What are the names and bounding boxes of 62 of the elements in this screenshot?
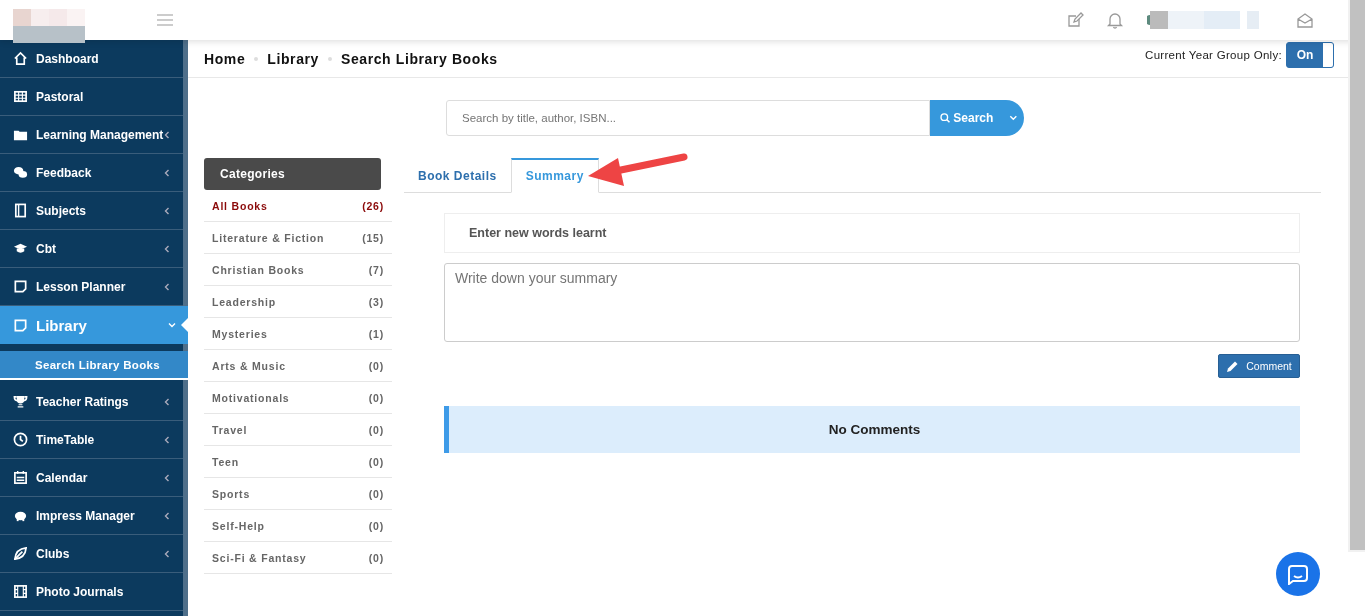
grid-icon: [13, 89, 28, 104]
search-icon: [940, 112, 951, 124]
comment-button[interactable]: Comment: [1218, 354, 1300, 378]
edit-icon[interactable]: [1066, 11, 1084, 29]
calendar-icon: [13, 470, 28, 485]
clock-icon: [13, 432, 28, 447]
toggle-label: Current Year Group Only:: [1145, 48, 1282, 61]
sidebar-item[interactable]: Impress Manager: [0, 497, 183, 535]
sidebar-item[interactable]: Library: [0, 306, 188, 344]
sidebar-subitem[interactable]: Search Library Books: [0, 351, 188, 380]
leaf-icon: [13, 546, 28, 561]
category-item[interactable]: Travel (0): [204, 414, 392, 446]
search-field[interactable]: Search by title, author, ISBN...: [446, 100, 930, 136]
sidebar-item[interactable]: Calendar: [0, 459, 183, 497]
menu-icon[interactable]: [157, 14, 173, 26]
no-comments-notice: No Comments: [444, 406, 1300, 453]
sidebar-item[interactable]: Subjects: [0, 192, 183, 230]
categories-header: Categories: [204, 158, 381, 190]
scrollbar[interactable]: [1350, 0, 1365, 550]
sidebar-item[interactable]: TimeTable: [0, 421, 183, 459]
sidebar-item[interactable]: Photo Journals: [0, 573, 183, 611]
sidebar-item[interactable]: Cbt: [0, 230, 183, 268]
category-item[interactable]: Motivationals (0): [204, 382, 392, 414]
breadcrumb-link[interactable]: Library: [267, 50, 319, 67]
summary-field[interactable]: Write down your summary: [444, 263, 1300, 342]
category-item[interactable]: Leadership (3): [204, 286, 392, 318]
category-item[interactable]: All Books (26): [204, 190, 392, 222]
pencil-icon: [1226, 359, 1240, 373]
category-item[interactable]: Literature & Fiction (15): [204, 222, 392, 254]
chat-icon: [13, 165, 28, 180]
chat-button[interactable]: [1276, 552, 1320, 596]
breadcrumb-link[interactable]: Home: [204, 50, 246, 67]
sidebar-item[interactable]: Feedback: [0, 154, 183, 192]
search-button[interactable]: Search: [930, 100, 1024, 136]
sidebar-item[interactable]: Clubs: [0, 535, 183, 573]
category-item[interactable]: Sci-Fi & Fantasy (0): [204, 542, 392, 574]
category-item[interactable]: Christian Books (7): [204, 254, 392, 286]
sidebar-item[interactable]: Pastoral: [0, 78, 183, 116]
category-item[interactable]: Sports (0): [204, 478, 392, 510]
category-item[interactable]: Arts & Music (0): [204, 350, 392, 382]
chat-icon: [1287, 563, 1309, 585]
bell-icon[interactable]: [1106, 11, 1124, 29]
tab[interactable]: Summary: [510, 158, 599, 193]
mail-icon[interactable]: [1296, 11, 1314, 29]
home-icon: [13, 51, 28, 66]
note-icon: [13, 317, 28, 333]
caret-icon[interactable]: [1009, 114, 1018, 122]
category-item[interactable]: Teen (0): [204, 446, 392, 478]
breadcrumb-link[interactable]: Search Library Books: [340, 50, 498, 67]
book-icon: [13, 203, 28, 218]
category-item[interactable]: Mysteries (1): [204, 318, 392, 350]
category-item[interactable]: Self-Help (0): [204, 510, 392, 542]
sidebar-item[interactable]: Learning Management: [0, 116, 183, 154]
sidebar-item[interactable]: Teacher Ratings: [0, 383, 183, 421]
graduation-cap-icon: [13, 241, 28, 256]
words-heading: Enter new words learnt: [444, 213, 1300, 253]
trophy-icon: [13, 394, 28, 409]
tab[interactable]: Book Details: [404, 158, 511, 193]
film-icon: [13, 584, 28, 599]
sidebar-item[interactable]: Dashboard: [0, 40, 183, 78]
note-icon: [13, 279, 28, 294]
toggle-switch[interactable]: On: [1286, 41, 1334, 68]
